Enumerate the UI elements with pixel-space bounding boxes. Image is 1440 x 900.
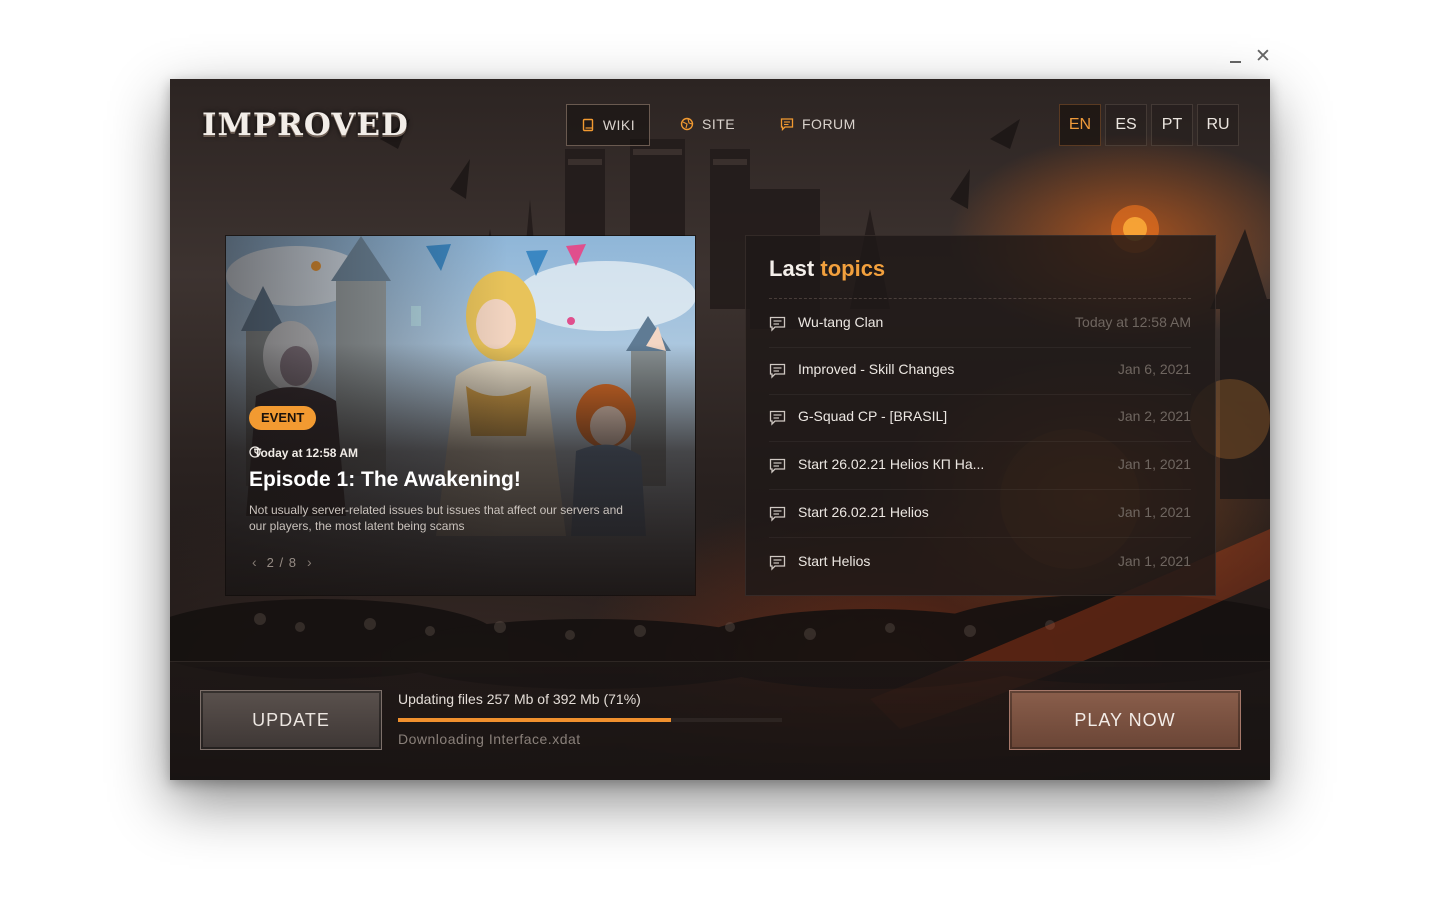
chat-icon (769, 555, 786, 571)
update-status: Updating files 257 Mb of 392 Mb (71%) (398, 691, 641, 707)
window-controls: ✕ (1224, 46, 1276, 68)
featured-time-text: Today at 12:58 AM (254, 446, 359, 460)
topic-date: Today at 12:58 AM (1075, 314, 1191, 330)
minimize-icon[interactable] (1224, 46, 1246, 68)
lang-es[interactable]: ES (1105, 104, 1147, 146)
nav-site[interactable]: SITE (680, 104, 735, 144)
topic-row[interactable]: Start 26.02.21 Helios КП Ha... Jan 1, 20… (769, 442, 1191, 490)
close-icon[interactable]: ✕ (1252, 46, 1274, 68)
topic-date: Jan 1, 2021 (1117, 553, 1191, 569)
featured-pager: ‹ 2 / 8 › (246, 554, 318, 570)
prev-arrow-icon[interactable]: ‹ (246, 554, 263, 570)
topic-row[interactable]: Improved - Skill Changes Jan 6, 2021 (769, 347, 1191, 395)
topic-row[interactable]: G-Squad CP - [BRASIL] Jan 2, 2021 (769, 394, 1191, 442)
progress-bar-fill (398, 718, 671, 722)
topic-date: Jan 2, 2021 (1117, 408, 1191, 424)
topic-date: Jan 1, 2021 (1117, 504, 1191, 520)
featured-title[interactable]: Episode 1: The Awakening! (249, 468, 521, 492)
nav-site-label: SITE (702, 116, 736, 132)
nav-wiki-label: WIKI (602, 117, 636, 133)
download-status: Downloading Interface.xdat (398, 731, 581, 747)
topic-name: Improved - Skill Changes (798, 361, 955, 377)
featured-news-card[interactable]: EVENT Today at 12:58 AM Episode 1: The A… (225, 235, 696, 596)
topic-row[interactable]: Start Helios Jan 1, 2021 (769, 539, 1191, 586)
topic-name: Start Helios (798, 553, 871, 569)
topics-title-accent: topics (820, 256, 886, 281)
progress-bar (398, 718, 782, 722)
topics-title: Last topics (769, 256, 885, 282)
last-topics-panel: Last topics Wu-tang Clan Today at 12:58 … (745, 235, 1216, 596)
pager-count: 2 / 8 (266, 554, 297, 570)
topic-name: Start 26.02.21 Helios КП Ha... (798, 456, 985, 472)
topic-name: G-Squad CP - [BRASIL] (798, 408, 948, 424)
chat-icon (780, 117, 794, 131)
featured-description: Not usually server-related issues but is… (249, 503, 623, 533)
featured-time: Today at 12:58 AM (249, 446, 358, 460)
topics-title-main: Last (769, 256, 815, 281)
bottom-bar: UPDATE Updating files 257 Mb of 392 Mb (… (170, 661, 1270, 780)
chat-icon (769, 506, 786, 522)
nav-forum[interactable]: FORUM (780, 104, 856, 144)
nav-wiki[interactable]: WIKI (566, 104, 650, 146)
launcher-window: IMPROVED WIKI SITE FORUM EN ES PT RU EVE… (170, 79, 1270, 780)
lang-en[interactable]: EN (1059, 104, 1101, 146)
nav-forum-label: FORUM (802, 116, 856, 132)
play-now-button[interactable]: PLAY NOW (1009, 690, 1241, 750)
book-icon (581, 118, 595, 132)
lang-ru[interactable]: RU (1197, 104, 1239, 146)
event-badge: EVENT (249, 406, 317, 430)
update-button[interactable]: UPDATE (200, 690, 382, 750)
next-arrow-icon[interactable]: › (301, 554, 318, 570)
logo: IMPROVED (202, 107, 409, 143)
topic-row[interactable]: Wu-tang Clan Today at 12:58 AM (769, 300, 1191, 348)
topics-divider (769, 298, 1191, 299)
chat-icon (769, 458, 786, 474)
chat-icon (769, 316, 786, 332)
chat-icon (769, 363, 786, 379)
topic-row[interactable]: Start 26.02.21 Helios Jan 1, 2021 (769, 490, 1191, 538)
topic-name: Wu-tang Clan (798, 314, 884, 330)
globe-icon (680, 117, 694, 131)
topic-name: Start 26.02.21 Helios (798, 504, 929, 520)
chat-icon (769, 410, 786, 426)
topic-date: Jan 1, 2021 (1117, 456, 1191, 472)
topic-date: Jan 6, 2021 (1117, 361, 1191, 377)
lang-pt[interactable]: PT (1151, 104, 1193, 146)
